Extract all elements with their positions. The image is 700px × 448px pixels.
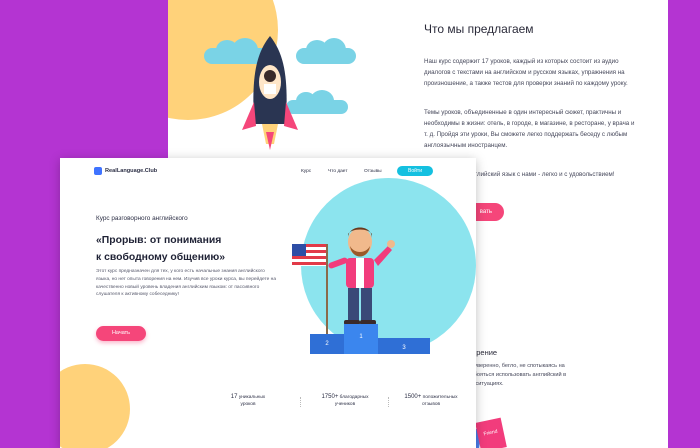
stat-label: благодарных (339, 395, 369, 400)
start-button[interactable]: Начать (96, 326, 146, 341)
foreground-landing-page: RealLanguage.Club Курс Что дает Отзывы В… (60, 158, 476, 448)
course-description: Этот курс предназначен для тех, у кого е… (96, 269, 276, 298)
stat-label: отзывов (421, 402, 441, 407)
stat-value: 17 (230, 394, 238, 400)
podium-first: 1 (344, 324, 378, 354)
rocket-illustration (242, 36, 298, 150)
us-flag-icon (292, 244, 326, 266)
stat-label: положительных (422, 395, 458, 400)
stat-value: 1500+ (404, 394, 422, 400)
nav-reviews[interactable]: Отзывы (364, 169, 382, 174)
nav-course[interactable]: Курс (301, 169, 311, 174)
stat-value: 1750+ (321, 394, 339, 400)
course-subtitle: Курс разговорного английского (96, 215, 188, 222)
section-text: ься уверенно, бегло, не спотыкаясь на ьт… (464, 363, 567, 387)
site-logo[interactable]: RealLanguage.Club (94, 167, 157, 175)
stat-item: 17 уникальных уроков (228, 394, 268, 408)
card-illustration: Friend (475, 417, 507, 448)
divider (300, 397, 301, 407)
paragraph: Наш курс содержит 17 уроков, каждый из к… (424, 58, 628, 87)
cloud-illustration (296, 38, 356, 64)
headline-line: к свободному общению» (96, 252, 226, 263)
stat-label: уроков (240, 402, 256, 407)
stat-label: учеников (334, 402, 356, 407)
stat-item: 1750+ благодарных учеников (310, 394, 380, 408)
podium-number: 2 (325, 341, 329, 347)
headline-line: «Прорыв: от понимания (96, 235, 222, 246)
logo-icon (94, 167, 102, 175)
podium-third: 3 (378, 338, 430, 354)
stat-label: уникальных (238, 395, 266, 400)
podium-second: 2 (310, 334, 344, 354)
stat-item: 1500+ положительных отзывов (396, 394, 466, 408)
section-title: Что мы предлагаем (424, 22, 534, 36)
logo-text: RealLanguage.Club (105, 168, 158, 174)
divider (388, 397, 389, 407)
paragraph: английский язык с нами - легко и с удово… (468, 171, 615, 178)
podium-number: 3 (402, 345, 406, 351)
page-title: «Прорыв: от понимания к свободному общен… (96, 232, 225, 266)
login-button[interactable]: Войти (397, 166, 433, 176)
podium-number: 1 (359, 334, 363, 340)
nav-what-gives[interactable]: Что дает (328, 169, 348, 174)
paragraph: Темы уроков, объединенные в один интерес… (424, 109, 635, 149)
sun-decoration (60, 364, 130, 448)
